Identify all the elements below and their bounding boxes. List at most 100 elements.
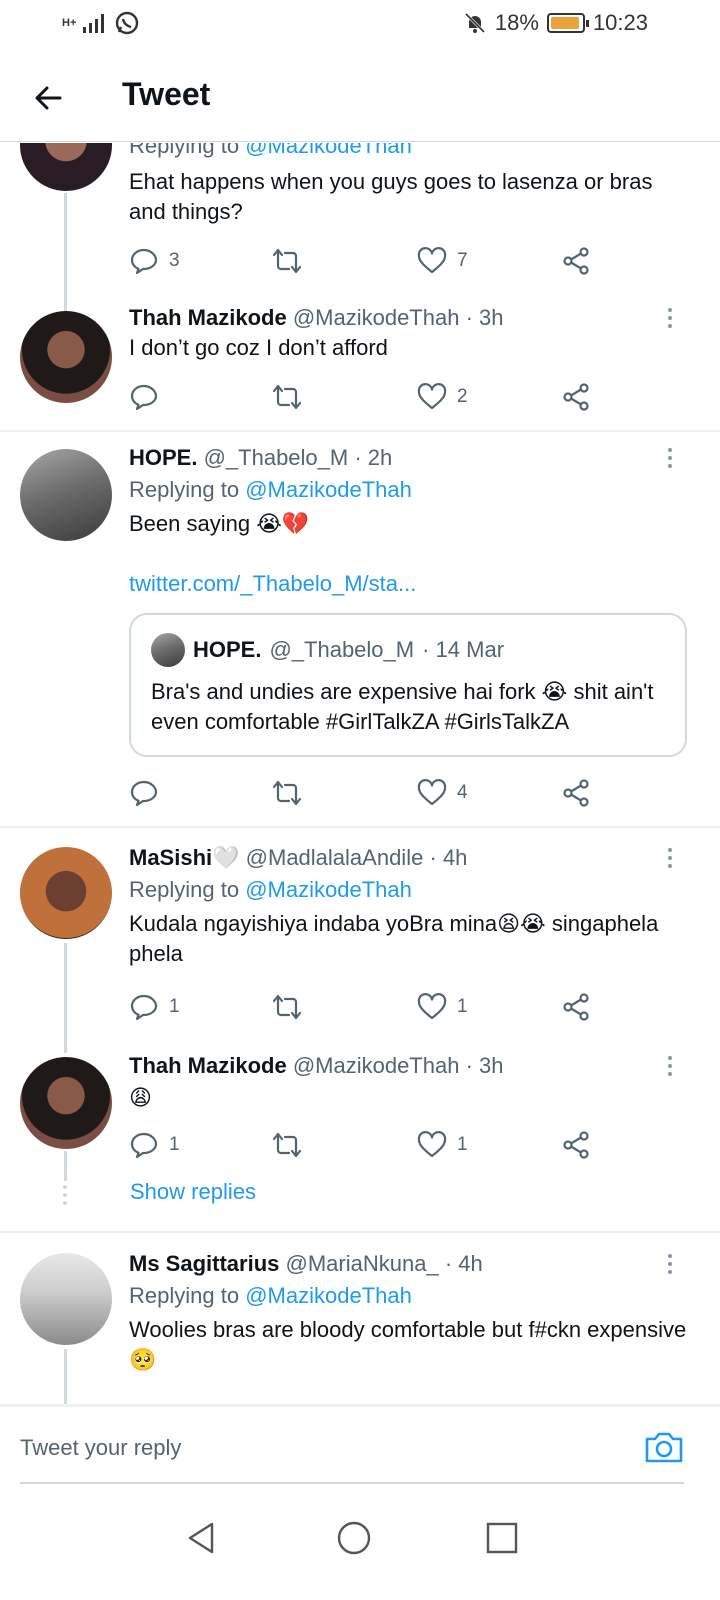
nav-back-button[interactable]: [172, 1508, 232, 1568]
replying-to: Replying to @MazikodeThah: [129, 1283, 412, 1308]
like-button[interactable]: 1: [417, 1125, 468, 1165]
back-arrow-icon: [35, 86, 62, 110]
mention-link[interactable]: @MazikodeThah: [245, 1283, 412, 1308]
share-button[interactable]: [561, 1125, 591, 1165]
heart-icon: [417, 779, 447, 806]
nav-back-icon: [188, 1522, 214, 1554]
tweet-text: Woolies bras are bloody comfortable but …: [129, 1317, 687, 1372]
reply-icon: [130, 1132, 158, 1159]
like-button[interactable]: 2: [417, 377, 468, 417]
reply-button[interactable]: [129, 773, 169, 813]
author-handle: @MariaNkuna_: [285, 1251, 439, 1276]
author-name[interactable]: MaSishi🤍: [129, 845, 240, 870]
tweet-actions: 2: [129, 377, 609, 417]
reply-icon: [130, 994, 158, 1021]
show-replies-link[interactable]: Show replies: [130, 1179, 256, 1205]
more-button[interactable]: [660, 303, 680, 333]
back-button[interactable]: [24, 74, 72, 122]
share-button[interactable]: [561, 773, 591, 813]
quoted-tweet-text: Bra's and undies are expensive hai fork …: [151, 679, 654, 734]
replying-to: Replying to @MazikodeThah: [129, 143, 690, 161]
reply-button[interactable]: 1: [129, 987, 180, 1027]
avatar[interactable]: [20, 1057, 112, 1149]
author-name[interactable]: Thah Mazikode: [129, 305, 287, 330]
nav-home-button[interactable]: [324, 1508, 384, 1568]
clock: 10:23: [592, 10, 648, 35]
thread-line: [64, 1151, 67, 1181]
retweet-icon: [272, 780, 302, 806]
author-handle: @MadlalalaAndile: [245, 845, 424, 870]
retweet-icon: [272, 384, 302, 410]
share-icon: [563, 383, 589, 411]
like-button[interactable]: 1: [417, 987, 468, 1027]
like-button[interactable]: 4: [417, 773, 468, 813]
more-button[interactable]: [660, 843, 680, 873]
tweet[interactable]: HOPE. @_Thabelo_M · 2h Replying to @Mazi…: [0, 445, 720, 827]
nav-recents-icon: [486, 1522, 518, 1554]
tweet[interactable]: Thah Mazikode @MazikodeThah · 3h 😩 1 1 S…: [0, 1053, 720, 1223]
tweet[interactable]: Thah Mazikode @MazikodeThah · 3h I don’t…: [0, 305, 720, 431]
retweet-button[interactable]: [271, 377, 303, 417]
heart-icon: [417, 1131, 447, 1158]
quoted-tweet-time: · 14 Mar: [422, 637, 505, 662]
tweet-feed[interactable]: Replying to @MazikodeThah Ehat happens w…: [0, 143, 720, 1433]
system-nav-bar: [0, 1492, 720, 1600]
mention-link[interactable]: @MazikodeThah: [245, 877, 412, 902]
retweet-icon: [272, 1132, 302, 1158]
like-button[interactable]: 7: [417, 241, 468, 281]
avatar[interactable]: [20, 311, 112, 403]
tweet-text: I don’t go coz I don’t afford: [129, 335, 388, 360]
mention-link[interactable]: @MazikodeThah: [245, 477, 412, 502]
mention-link[interactable]: @MazikodeThah: [245, 143, 412, 158]
more-button[interactable]: [660, 1051, 680, 1081]
share-button[interactable]: [561, 241, 591, 281]
tweet-actions: 1 1: [129, 987, 609, 1027]
retweet-button[interactable]: [271, 773, 303, 813]
reply-button[interactable]: 1: [129, 1125, 180, 1165]
tweet-time: · 4h: [429, 845, 468, 870]
tweet-actions: 1 1: [129, 1125, 609, 1165]
share-button[interactable]: [561, 377, 591, 417]
tweet[interactable]: Replying to @MazikodeThah Ehat happens w…: [0, 143, 720, 323]
divider: [0, 1231, 720, 1233]
nav-recents-button[interactable]: [472, 1508, 532, 1568]
thread-line: [64, 943, 67, 1053]
camera-button[interactable]: [644, 1429, 684, 1465]
reply-icon: [130, 780, 158, 807]
heart-icon: [417, 383, 447, 410]
more-button[interactable]: [660, 1249, 680, 1279]
input-underline: [20, 1482, 684, 1484]
app-header: Tweet: [0, 50, 720, 142]
tweet-time: · 3h: [465, 305, 504, 330]
retweet-button[interactable]: [271, 241, 303, 281]
retweet-icon: [272, 994, 302, 1020]
divider: [0, 430, 720, 432]
tweet-actions: 4: [129, 773, 609, 813]
share-button[interactable]: [561, 987, 591, 1027]
avatar[interactable]: [20, 449, 112, 541]
avatar[interactable]: [20, 143, 112, 191]
tweet-text: Ehat happens when you guys goes to lasen…: [129, 169, 653, 224]
share-icon: [563, 247, 589, 275]
retweet-button[interactable]: [271, 987, 303, 1027]
tweet-text: Been saying 😭💔: [129, 511, 310, 536]
tweet-time: · 3h: [465, 1053, 504, 1078]
tweet[interactable]: MaSishi🤍 @MadlalalaAndile · 4h Replying …: [0, 845, 720, 1053]
reply-button[interactable]: 3: [129, 241, 180, 281]
author-name[interactable]: Thah Mazikode: [129, 1053, 287, 1078]
quoted-tweet[interactable]: HOPE. @_Thabelo_M · 14 Mar Bra's and und…: [129, 613, 687, 757]
reply-input[interactable]: Tweet your reply: [20, 1435, 181, 1461]
author-name[interactable]: Ms Sagittarius: [129, 1251, 279, 1276]
retweet-button[interactable]: [271, 1125, 303, 1165]
reply-button[interactable]: [129, 377, 169, 417]
avatar[interactable]: [20, 1253, 112, 1345]
like-count: 7: [457, 250, 468, 271]
avatar[interactable]: [20, 847, 112, 939]
author-name[interactable]: HOPE.: [129, 445, 197, 470]
like-count: 1: [457, 1134, 468, 1155]
camera-icon: [645, 1432, 683, 1463]
tweet-link[interactable]: twitter.com/_Thabelo_M/sta...: [129, 569, 690, 599]
whatsapp-icon: [116, 11, 139, 35]
status-bar: H+ 18% 10:23: [0, 0, 720, 50]
more-button[interactable]: [660, 443, 680, 473]
